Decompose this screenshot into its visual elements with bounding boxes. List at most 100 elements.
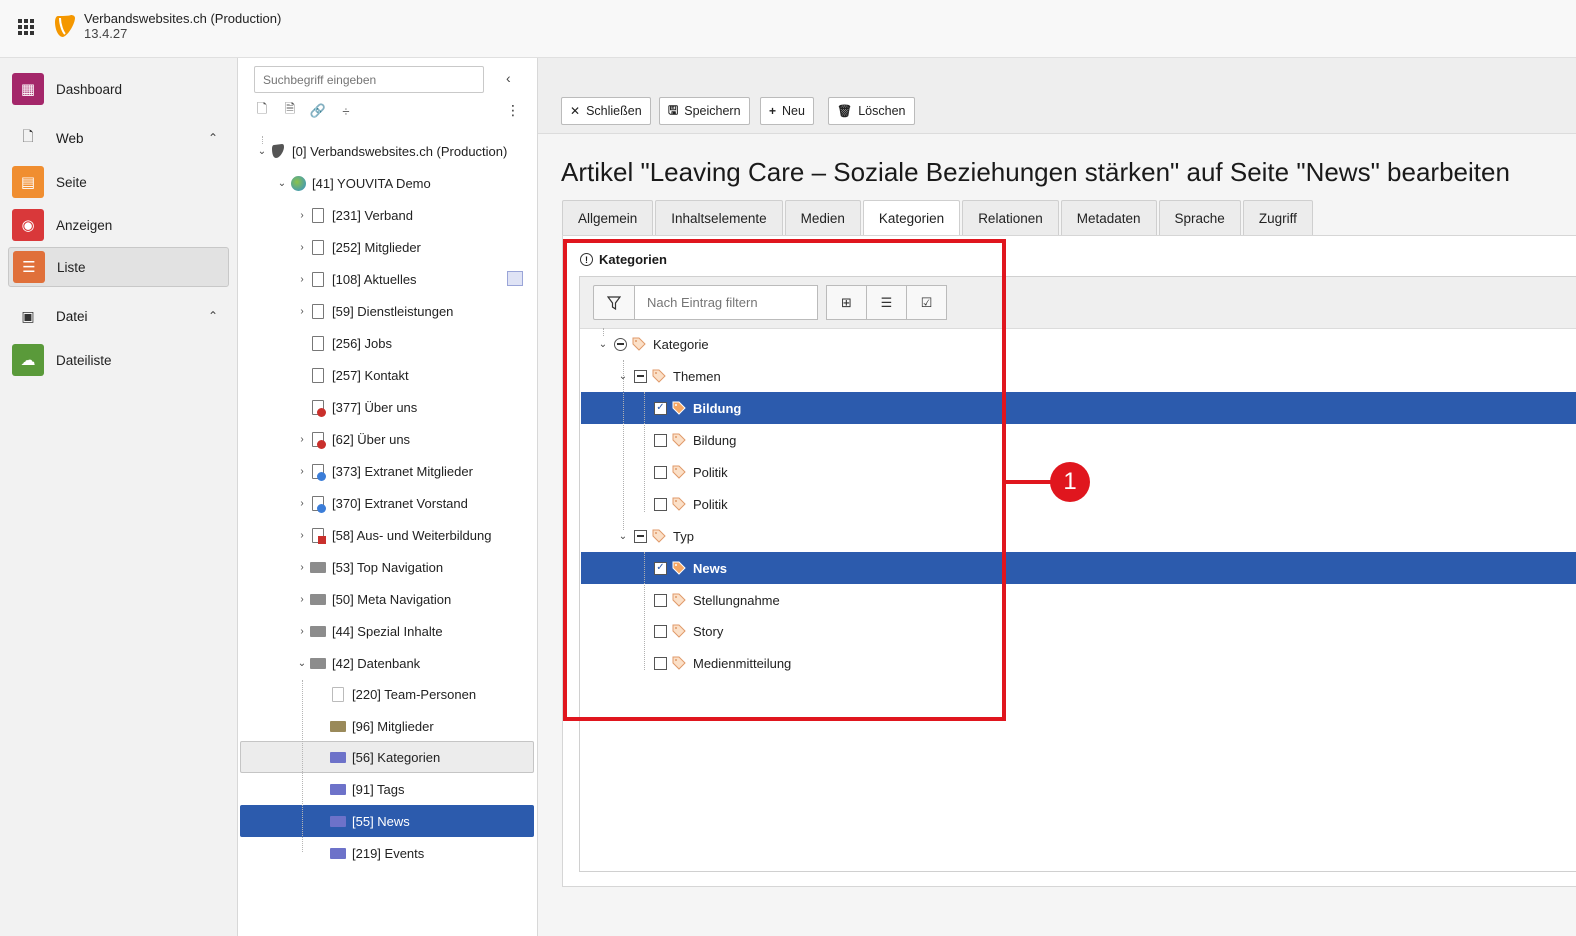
tree-node[interactable]: ⌄ [41] YOUVITA Demo bbox=[274, 167, 431, 199]
tree-node-selected[interactable]: [55] News bbox=[314, 805, 410, 837]
tree-node[interactable]: › [58] Aus- und Weiterbildung bbox=[294, 519, 491, 551]
chevron-right-icon[interactable]: › bbox=[294, 466, 310, 477]
button-label: Speichern bbox=[684, 104, 741, 118]
chevron-down-icon[interactable]: ⌄ bbox=[254, 146, 270, 157]
chevron-right-icon[interactable]: › bbox=[294, 562, 310, 573]
module-dateiliste[interactable]: ☁ Dateiliste bbox=[8, 340, 229, 380]
page-icon bbox=[330, 686, 346, 703]
tree-node[interactable]: [377] Über uns bbox=[294, 391, 417, 423]
chevron-right-icon[interactable]: › bbox=[294, 242, 310, 253]
tab-inhaltselemente[interactable]: Inhaltselemente bbox=[655, 200, 783, 235]
page-title: Artikel "Leaving Care – Soziale Beziehun… bbox=[561, 157, 1510, 187]
tab-relationen[interactable]: Relationen bbox=[962, 200, 1059, 235]
module-label: Dashboard bbox=[56, 81, 123, 97]
annotation-connector bbox=[1006, 480, 1054, 484]
tree-node[interactable]: [256] Jobs bbox=[294, 327, 392, 359]
site-version: 13.4.27 bbox=[84, 26, 128, 41]
chevron-down-icon[interactable]: ⌄ bbox=[294, 658, 310, 669]
new-page-special-icon[interactable]: 🗎 bbox=[282, 101, 298, 120]
chevron-up-icon: ⌃ bbox=[207, 309, 218, 323]
new-button[interactable]: + Neu bbox=[760, 97, 814, 125]
chevron-right-icon[interactable]: › bbox=[294, 210, 310, 221]
tree-node-label: [55] News bbox=[352, 813, 410, 829]
chevron-right-icon[interactable]: › bbox=[294, 498, 310, 509]
more-options-icon[interactable]: ⋮ bbox=[506, 102, 520, 119]
module-group-datei[interactable]: ▣ Datei ⌃ bbox=[12, 301, 228, 331]
tree-node-label: [56] Kategorien bbox=[352, 749, 441, 765]
tree-node-label: [108] Aktuelles bbox=[332, 271, 417, 287]
folder-icon bbox=[310, 591, 326, 608]
new-page-icon[interactable]: 🗋 bbox=[254, 101, 270, 120]
module-seite[interactable]: ▤ Seite bbox=[8, 162, 229, 202]
tree-node[interactable]: › [108] Aktuelles bbox=[294, 263, 417, 295]
tree-node[interactable]: ⌄ [42] Datenbank bbox=[294, 647, 420, 679]
app-grid-icon[interactable] bbox=[18, 19, 34, 35]
tree-node[interactable]: › [231] Verband bbox=[294, 199, 413, 231]
tree-node[interactable]: [219] Events bbox=[314, 837, 424, 869]
page-hidden-icon bbox=[310, 399, 326, 417]
tree-node-label: [373] Extranet Mitglieder bbox=[332, 463, 473, 479]
clipboard-icon[interactable] bbox=[507, 271, 523, 286]
save-button[interactable]: 🖫 Speichern bbox=[659, 97, 750, 125]
module-liste[interactable]: ☰ Liste bbox=[8, 247, 229, 287]
chevron-down-icon[interactable]: ⌄ bbox=[274, 178, 290, 189]
page-icon bbox=[310, 335, 326, 352]
tab-sprache[interactable]: Sprache bbox=[1158, 200, 1241, 235]
button-label: Neu bbox=[782, 104, 805, 118]
folder-icon bbox=[330, 813, 346, 830]
tab-kategorien[interactable]: Kategorien bbox=[862, 200, 961, 236]
tree-node[interactable]: › [373] Extranet Mitglieder bbox=[294, 455, 473, 487]
tree-node-label: [96] Mitglieder bbox=[352, 718, 434, 734]
tab-metadaten[interactable]: Metadaten bbox=[1060, 200, 1157, 235]
tree-node[interactable]: ⌄ [0] Verbandswebsites.ch (Production) bbox=[254, 135, 508, 167]
tree-node[interactable]: › [62] Über uns bbox=[294, 423, 410, 455]
save-icon: 🖫 bbox=[668, 102, 679, 117]
tab-medien[interactable]: Medien bbox=[784, 200, 861, 235]
tree-node[interactable]: › [44] Spezial Inhalte bbox=[294, 615, 443, 647]
tab-zugriff[interactable]: Zugriff bbox=[1242, 200, 1313, 235]
tree-node[interactable]: › [50] Meta Navigation bbox=[294, 583, 451, 615]
tree-node[interactable]: [257] Kontakt bbox=[294, 359, 409, 391]
chevron-right-icon[interactable]: › bbox=[294, 626, 310, 637]
link-icon[interactable]: 🔗 bbox=[310, 102, 326, 120]
typo3-logo-icon[interactable] bbox=[53, 13, 77, 39]
tree-node[interactable]: › [59] Dienstleistungen bbox=[294, 295, 453, 327]
chevron-right-icon[interactable]: › bbox=[294, 434, 310, 445]
group-label: Web bbox=[56, 130, 84, 146]
tree-node[interactable]: [56] Kategorien bbox=[314, 741, 440, 773]
module-anzeigen[interactable]: ◉ Anzeigen bbox=[8, 205, 229, 245]
chevron-up-icon: ⌃ bbox=[207, 131, 218, 145]
tree-node-label: [0] Verbandswebsites.ch (Production) bbox=[292, 143, 508, 159]
site-title[interactable]: Verbandswebsites.ch (Production) bbox=[84, 11, 281, 26]
tree-node-label: [44] Spezial Inhalte bbox=[332, 623, 443, 639]
folder-icon bbox=[310, 655, 326, 672]
module-group-web[interactable]: 🗋 Web ⌃ bbox=[12, 123, 228, 153]
folder-icon bbox=[310, 559, 326, 576]
top-bar: Verbandswebsites.ch (Production) 13.4.27 bbox=[0, 0, 1576, 58]
tree-node[interactable]: [96] Mitglieder bbox=[314, 710, 434, 742]
delete-button[interactable]: 🗑 Löschen bbox=[828, 97, 915, 125]
collapse-tree-icon[interactable]: ‹ bbox=[506, 70, 511, 86]
tree-node-label: [62] Über uns bbox=[332, 431, 411, 447]
chevron-right-icon[interactable]: › bbox=[294, 274, 310, 285]
chevron-right-icon[interactable]: › bbox=[294, 306, 310, 317]
divider-icon[interactable]: ÷ bbox=[338, 102, 354, 120]
tree-node-label: [256] Jobs bbox=[332, 335, 392, 351]
module-label: Liste bbox=[57, 259, 86, 275]
tree-node-label: [219] Events bbox=[352, 845, 425, 861]
tree-search-input[interactable] bbox=[254, 66, 484, 93]
tree-node[interactable]: [91] Tags bbox=[314, 773, 405, 805]
folder-icon bbox=[330, 781, 346, 798]
chevron-right-icon[interactable]: › bbox=[294, 530, 310, 541]
tab-allgemein[interactable]: Allgemein bbox=[562, 200, 654, 235]
tree-node-label: [220] Team-Personen bbox=[352, 686, 477, 702]
tree-node[interactable]: › [370] Extranet Vorstand bbox=[294, 487, 468, 519]
tree-node[interactable]: › [252] Mitglieder bbox=[294, 231, 421, 263]
chevron-right-icon[interactable]: › bbox=[294, 594, 310, 605]
tree-node[interactable]: › [53] Top Navigation bbox=[294, 551, 443, 583]
tree-node[interactable]: [220] Team-Personen bbox=[314, 678, 476, 710]
close-button[interactable]: ✕ Schließen bbox=[561, 97, 651, 125]
module-dashboard[interactable]: ▦ Dashboard bbox=[8, 69, 229, 109]
image-icon: ▣ bbox=[21, 307, 35, 324]
group-label: Datei bbox=[56, 308, 88, 324]
